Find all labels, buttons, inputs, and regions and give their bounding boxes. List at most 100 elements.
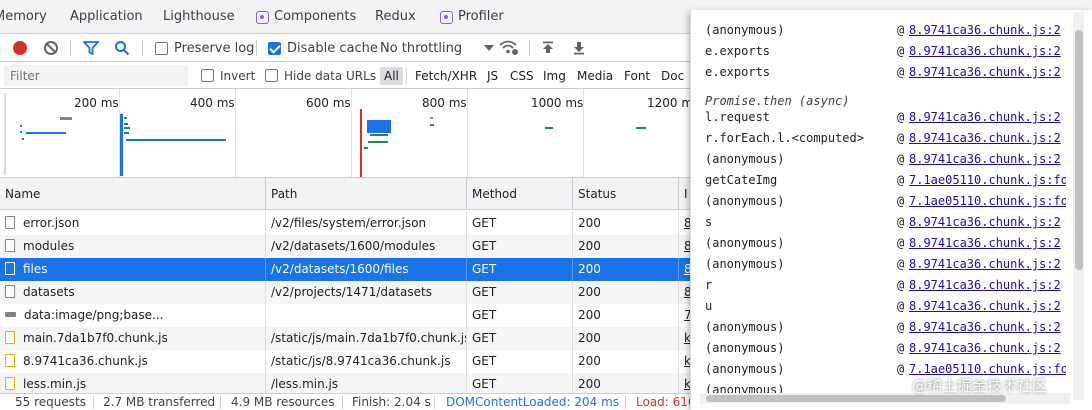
frame-source-link[interactable]: 8.9741ca36.chunk.js:2 [909, 128, 1066, 149]
cell-initiator[interactable]: k [679, 373, 690, 393]
cell-path: /v2/datasets/1600/files [266, 258, 467, 281]
network-overview[interactable]: 200 ms 400 ms 600 ms 800 ms 1000 ms 1200… [0, 89, 690, 178]
cell-name: error.json [0, 212, 266, 235]
tab-lighthouse[interactable]: Lighthouse [163, 0, 235, 34]
tab-memory[interactable]: Memory [0, 0, 47, 34]
column-header-method[interactable]: Method [467, 178, 573, 210]
frame-source-link[interactable]: 8.9741ca36.chunk.js:2 [909, 41, 1066, 62]
frame-at-symbol: @ [897, 110, 905, 124]
tab-profiler[interactable]: Profiler [440, 0, 504, 34]
overview-waterfall-marks [4, 93, 646, 177]
checkbox-box[interactable] [265, 69, 278, 82]
type-filter-font[interactable]: Font [624, 62, 650, 89]
frame-at-symbol: @ [897, 215, 905, 229]
cell-path-text: /v2/datasets/1600/files [271, 262, 409, 276]
toolbar-divider [256, 40, 257, 56]
cell-status: 200 [573, 327, 679, 350]
checkbox-checked[interactable] [268, 41, 281, 55]
cell-name: modules [0, 235, 266, 258]
frame-source-link[interactable]: 8.9741ca36.chunk.js:2 [909, 296, 1066, 317]
frame-at-symbol: @ [897, 194, 905, 208]
frame-source-link[interactable]: 8.9741ca36.chunk.js:2 [909, 149, 1066, 170]
frame-function-name: (anonymous) [705, 194, 785, 208]
table-row[interactable]: less.min.js/less.min.js GET 200 k [0, 373, 690, 393]
filter-input[interactable] [4, 65, 188, 86]
stack-frame: (anonymous) @8.9741ca36.chunk.js:2 [705, 149, 1070, 170]
tab-label: Application [70, 9, 143, 24]
table-row[interactable]: 8.9741ca36.chunk.js/static/js/8.9741ca36… [0, 350, 690, 373]
preserve-log-checkbox[interactable]: Preserve log [155, 34, 254, 62]
cell-initiator[interactable]: k [679, 327, 690, 350]
frame-source-link[interactable]: 8.9741ca36.chunk.js:2 [909, 275, 1066, 296]
column-header-initiator[interactable]: I [679, 178, 690, 210]
column-header-status[interactable]: Status [573, 178, 679, 210]
frame-source-link[interactable]: 8.9741ca36.chunk.js:2 [909, 212, 1066, 233]
tab-redux[interactable]: Redux [375, 0, 416, 34]
cell-name: 8.9741ca36.chunk.js [0, 350, 266, 373]
tab-label: Memory [0, 9, 47, 24]
table-row[interactable]: error.json/v2/files/system/error.json GET… [0, 212, 690, 235]
cell-initiator[interactable]: 8 [679, 258, 690, 281]
cell-method-text: GET [472, 285, 497, 299]
type-filter-fetch-xhr[interactable]: Fetch/XHR [415, 62, 477, 89]
cell-method: GET [467, 373, 573, 393]
invert-checkbox[interactable]: Invert [201, 62, 255, 89]
record-button[interactable] [13, 34, 27, 62]
type-filter-all[interactable]: All [380, 62, 403, 89]
toolbar-divider [70, 40, 71, 56]
cell-initiator[interactable]: 8 [679, 235, 690, 258]
react-components-icon [256, 10, 269, 24]
stack-frame: (anonymous) @8.9741ca36.chunk.js:2 [705, 317, 1070, 338]
table-row[interactable]: main.7da1b7f0.chunk.js/static/js/main.7d… [0, 327, 690, 350]
column-header-path[interactable]: Path [266, 178, 467, 210]
frame-source-link[interactable]: 8.9741ca36.chunk.js:2 [909, 20, 1066, 41]
frame-source-link[interactable]: 8.9741ca36.chunk.js:2 [909, 62, 1066, 83]
frame-function-name: (anonymous) [705, 152, 785, 166]
cell-initiator[interactable]: k [679, 350, 690, 373]
frame-function-name: (anonymous) [705, 23, 785, 37]
cell-path: /static/js/8.9741ca36.chunk.js [266, 350, 467, 373]
frame-source-link[interactable]: 8.9741ca36.chunk.js:2 [909, 107, 1066, 128]
cell-method: GET [467, 304, 573, 327]
table-row[interactable]: modules/v2/datasets/1600/modules GET 200 8 [0, 235, 690, 258]
table-row[interactable]: datasets/v2/projects/1471/datasets GET 200… [0, 281, 690, 304]
import-har-button[interactable] [541, 34, 555, 62]
checkbox-box[interactable] [155, 41, 168, 55]
frame-source-link[interactable]: 8.9741ca36.chunk.js:2 [909, 233, 1066, 254]
frame-source-link[interactable]: 7.1ae05110.chunk.js:fo [909, 170, 1066, 191]
network-conditions-button[interactable] [499, 34, 519, 62]
type-filter-media[interactable]: Media [577, 62, 613, 89]
table-row[interactable]: files/v2/datasets/1600/files GET 200 8 [0, 258, 690, 281]
type-filter-js[interactable]: JS [487, 62, 498, 89]
throttling-select[interactable]: No throttling [374, 34, 495, 62]
tab-application[interactable]: Application [70, 0, 143, 34]
cell-method-text: GET [472, 377, 497, 391]
filter-toggle-button[interactable] [83, 34, 99, 62]
tab-components[interactable]: Components [256, 0, 356, 34]
popover-scrollbar-thumb[interactable] [1075, 30, 1083, 270]
table-row[interactable]: data:image/png;base... GET 200 7 [0, 304, 690, 327]
frame-source-link[interactable]: 8.9741ca36.chunk.js:2 [909, 254, 1066, 275]
cell-initiator[interactable]: 7 [679, 304, 690, 327]
search-button[interactable] [114, 34, 130, 62]
cell-initiator[interactable]: 8 [679, 281, 690, 304]
checkbox-box[interactable] [201, 69, 214, 82]
cell-status: 200 [573, 350, 679, 373]
tab-label: Redux [375, 9, 416, 24]
frame-source-link[interactable]: 7.1ae05110.chunk.js:fo [909, 191, 1066, 212]
popover-hscrollbar-thumb[interactable] [706, 395, 1006, 402]
frame-source-link[interactable]: 8.9741ca36.chunk.js:2 [909, 338, 1066, 359]
disable-cache-checkbox[interactable]: Disable cache [268, 34, 378, 62]
hide-data-urls-checkbox[interactable]: Hide data URLs [265, 62, 376, 89]
type-filter-css[interactable]: CSS [510, 62, 534, 89]
export-har-button[interactable] [572, 34, 586, 62]
type-filter-img[interactable]: Img [543, 62, 566, 89]
cell-status: 200 [573, 373, 679, 393]
cell-method-text: GET [472, 331, 497, 345]
cell-initiator[interactable]: 8 [679, 212, 690, 235]
cell-method: GET [467, 212, 573, 235]
column-header-name[interactable]: Name [0, 178, 266, 210]
type-filter-doc[interactable]: Doc [661, 62, 684, 89]
frame-source-link[interactable]: 8.9741ca36.chunk.js:2 [909, 317, 1066, 338]
clear-button[interactable] [44, 34, 58, 62]
